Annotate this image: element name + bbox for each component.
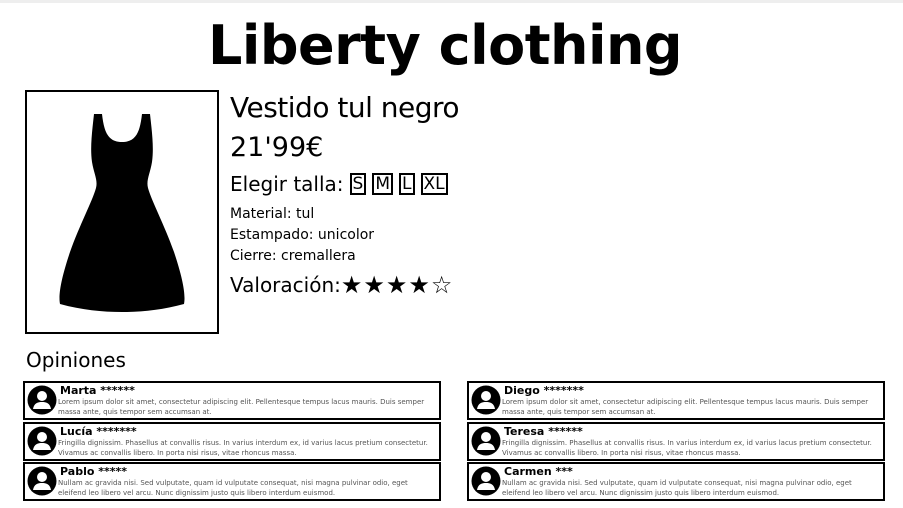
size-option-s[interactable]: S [349,173,367,195]
user-avatar-icon [471,385,501,415]
user-avatar-icon [27,385,57,415]
review-text: Nullam ac gravida nisi. Sed vulputate, q… [58,479,408,497]
spec-material: Material: tul [230,206,315,222]
review-card: Lucía ******* Fringilla dignissim. Phase… [23,422,441,461]
review-text: Fringilla dignissim. Phasellus at conval… [58,439,428,457]
user-avatar-icon [27,466,57,496]
size-option-m[interactable]: M [372,173,394,195]
review-text: Nullam ac gravida nisi. Sed vulputate, q… [502,479,852,497]
rating-stars: ★★★★☆ [340,271,454,299]
size-selector: Elegir talla: S M L XL [230,170,630,198]
review-card: Teresa ****** Fringilla dignissim. Phase… [467,422,885,461]
user-avatar-icon [471,466,501,496]
product-name: Vestido tul negro [230,91,460,124]
opinions-title: Opiniones [26,348,126,372]
product-image [25,90,219,334]
top-divider [0,0,903,3]
review-text: Lorem ipsum dolor sit amet, consectetur … [58,398,425,416]
review-card: Carmen *** Nullam ac gravida nisi. Sed v… [467,462,885,501]
review-card: Diego ******* Lorem ipsum dolor sit amet… [467,381,885,420]
size-option-l[interactable]: L [399,173,415,195]
size-option-xl[interactable]: XL [420,173,448,195]
dress-icon [59,114,185,312]
product-price: 21'99€ [230,132,324,163]
site-title: Liberty clothing [207,14,683,77]
spec-closure: Cierre: cremallera [230,248,356,264]
spec-print: Estampado: unicolor [230,227,375,243]
user-avatar-icon [471,426,501,456]
product-rating: Valoración: ★★★★☆ [230,271,630,299]
product-info: Vestido tul negro 21'99€ Elegir talla: S… [230,90,630,299]
user-avatar-icon [27,426,57,456]
review-card: Marta ****** Lorem ipsum dolor sit amet,… [23,381,441,420]
size-label: Elegir talla: [230,172,344,196]
review-text: Lorem ipsum dolor sit amet, consectetur … [502,398,869,416]
review-text: Fringilla dignissim. Phasellus at conval… [502,439,872,457]
review-card: Pablo ***** Nullam ac gravida nisi. Sed … [23,462,441,501]
rating-label: Valoración: [230,273,341,297]
product-specs: Material: tul Estampado: unicolor Cierre… [230,204,630,267]
